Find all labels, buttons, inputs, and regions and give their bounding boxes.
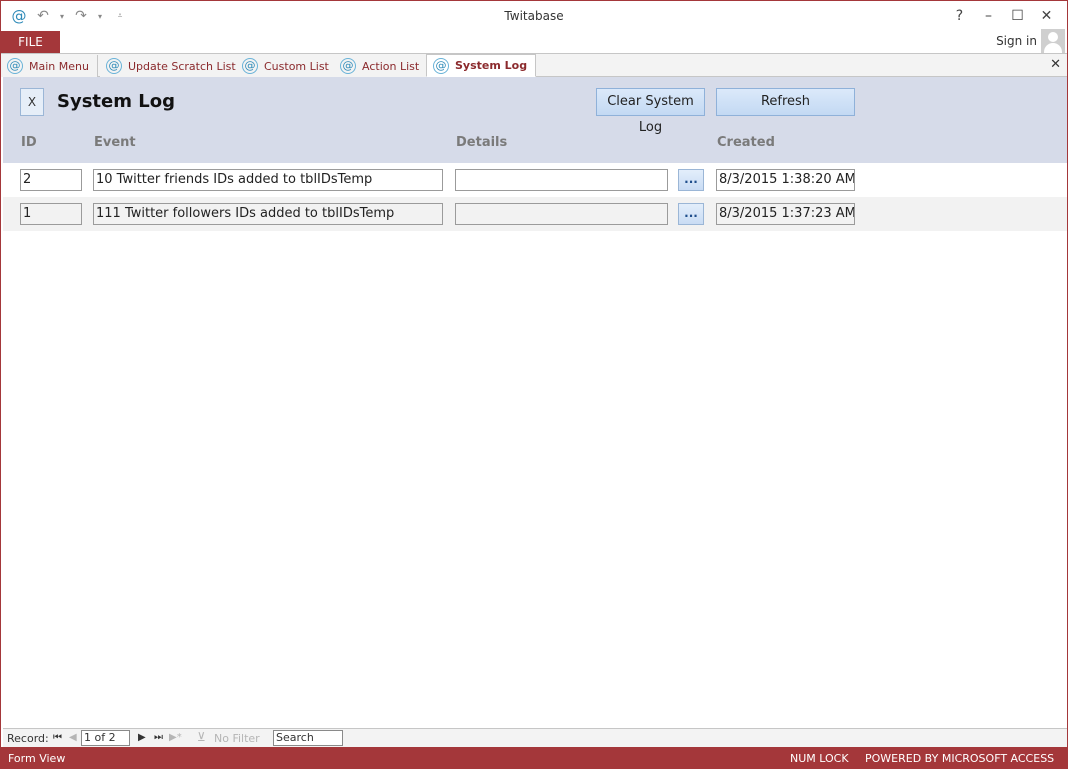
created-field[interactable]: 8/3/2015 1:38:20 AM <box>716 169 855 191</box>
avatar-head-shape <box>1048 32 1058 42</box>
powered-by-text: POWERED BY MICROSOFT ACCESS <box>865 752 1055 765</box>
sign-in-link[interactable]: Sign in <box>996 34 1037 48</box>
tab-custom-list[interactable]: @ Custom List <box>236 55 338 77</box>
tab-label: Custom List <box>264 59 329 73</box>
minimize-icon[interactable]: – <box>974 5 1003 27</box>
id-field[interactable]: 1 <box>20 203 82 225</box>
window-controls: ? – ☐ ✕ <box>945 5 1061 27</box>
event-field[interactable]: 111 Twitter followers IDs added to tblID… <box>93 203 443 225</box>
record-position-input[interactable]: 1 of 2 <box>81 730 130 746</box>
tab-label: System Log <box>455 59 528 72</box>
status-bar: Form View NUM LOCK POWERED BY MICROSOFT … <box>1 747 1067 769</box>
avatar[interactable] <box>1041 29 1065 53</box>
at-icon: @ <box>340 58 356 74</box>
created-field[interactable]: 8/3/2015 1:37:23 AM <box>716 203 855 225</box>
at-icon: @ <box>106 58 122 74</box>
column-header-event: Event <box>94 135 136 150</box>
first-record-icon[interactable]: ⏮ <box>53 732 62 743</box>
column-header-details: Details <box>456 135 508 150</box>
tab-label: Action List <box>362 59 420 73</box>
tab-label: Update Scratch List <box>128 59 236 73</box>
new-record-icon[interactable]: ▶* <box>169 732 182 743</box>
tab-main-menu[interactable]: @ Main Menu <box>1 55 98 77</box>
no-filter-button[interactable]: No Filter <box>214 732 260 745</box>
column-header-created: Created <box>717 135 775 150</box>
at-icon: @ <box>433 57 449 74</box>
tab-label: Main Menu <box>29 59 89 73</box>
table-row: 2 10 Twitter friends IDs added to tblIDs… <box>3 163 1067 197</box>
details-button[interactable]: ... <box>678 169 704 191</box>
record-label: Record: <box>7 732 49 745</box>
details-field[interactable] <box>455 169 668 191</box>
app-window: @ ↶ ▾ ↷ ▾ ⩡ Twitabase ? – ☐ ✕ FILE Sign … <box>0 0 1068 769</box>
close-form-button[interactable]: X <box>20 88 44 116</box>
page-title: System Log <box>57 91 175 112</box>
at-icon: @ <box>7 58 23 74</box>
next-record-icon[interactable]: ▶ <box>138 732 146 743</box>
avatar-body-shape <box>1044 43 1062 53</box>
tab-update-scratch-list[interactable]: @ Update Scratch List <box>100 55 245 77</box>
details-button[interactable]: ... <box>678 203 704 225</box>
view-status: Form View <box>8 752 66 765</box>
close-icon[interactable]: ✕ <box>1032 5 1061 27</box>
at-icon: @ <box>242 58 258 74</box>
table-row: 1 111 Twitter followers IDs added to tbl… <box>3 197 1067 231</box>
record-navigation: Record: ⏮ ◀ 1 of 2 ▶ ⏭ ▶* ⊻ No Filter Se… <box>3 728 1067 747</box>
id-field[interactable]: 2 <box>20 169 82 191</box>
last-record-icon[interactable]: ⏭ <box>154 732 163 743</box>
previous-record-icon[interactable]: ◀ <box>69 732 77 743</box>
window-title: Twitabase <box>504 9 564 23</box>
clear-system-log-button[interactable]: Clear System Log <box>596 88 705 135</box>
details-field[interactable] <box>455 203 668 225</box>
close-document-icon[interactable]: ✕ <box>1050 57 1061 72</box>
event-field[interactable]: 10 Twitter friends IDs added to tblIDsTe… <box>93 169 443 191</box>
form-header: X System Log Clear System Log Refresh ID… <box>3 77 1067 163</box>
document-tabs: @ Main Menu @ Update Scratch List @ Cust… <box>1 53 1067 77</box>
ribbon-bar: FILE Sign in <box>1 29 1067 53</box>
tab-system-log[interactable]: @ System Log <box>426 54 537 77</box>
num-lock-status: NUM LOCK <box>790 752 849 765</box>
refresh-button[interactable]: Refresh <box>716 88 855 116</box>
maximize-icon[interactable]: ☐ <box>1003 5 1032 27</box>
file-tab[interactable]: FILE <box>1 31 60 53</box>
filter-icon: ⊻ <box>197 730 206 744</box>
title-bar: @ ↶ ▾ ↷ ▾ ⩡ Twitabase ? – ☐ ✕ <box>1 1 1067 31</box>
help-icon[interactable]: ? <box>945 5 974 27</box>
search-input[interactable]: Search <box>273 730 343 746</box>
tab-action-list[interactable]: @ Action List <box>334 55 429 77</box>
column-header-id: ID <box>21 135 37 150</box>
